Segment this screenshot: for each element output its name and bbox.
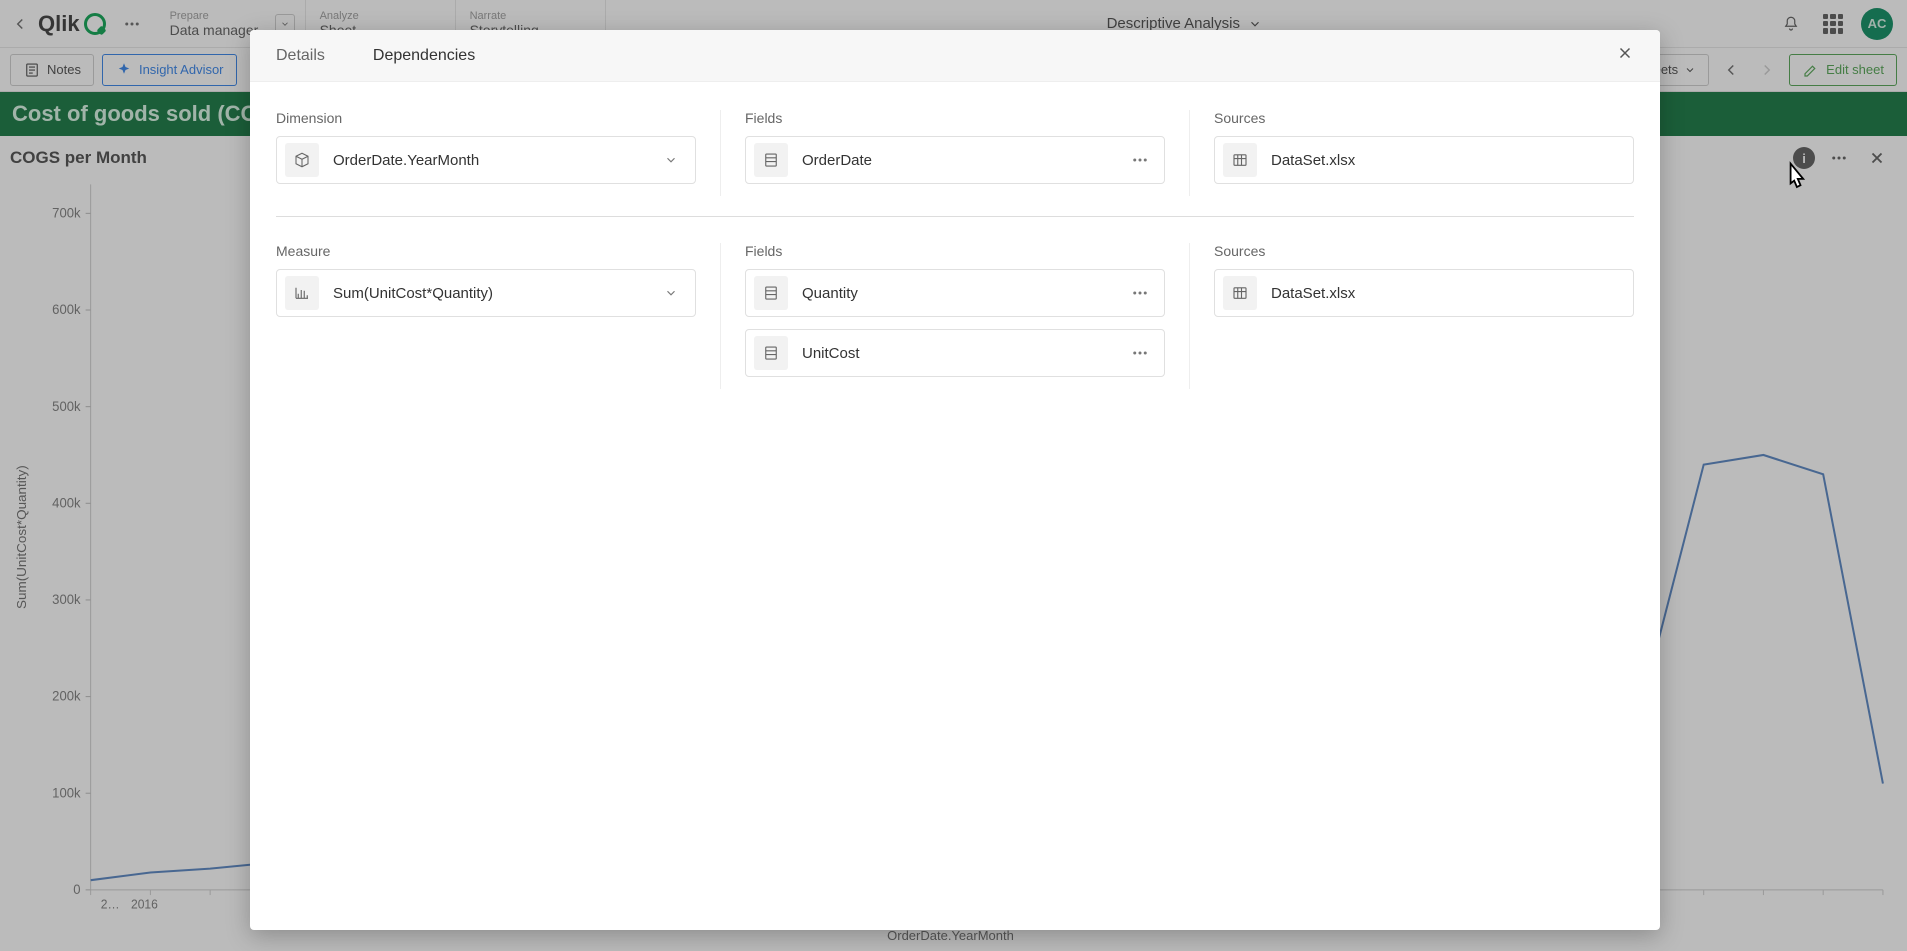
label-dimension: Dimension — [276, 110, 696, 126]
datasource-icon — [1223, 276, 1257, 310]
tab-details[interactable]: Details — [276, 30, 349, 81]
field-text: Quantity — [802, 285, 1116, 302]
source-card-1[interactable]: DataSet.xlsx — [1214, 136, 1634, 184]
source-text: DataSet.xlsx — [1271, 285, 1619, 302]
datasource-icon — [1223, 143, 1257, 177]
divider — [276, 216, 1634, 217]
field-text: UnitCost — [802, 345, 1116, 362]
close-icon — [1616, 44, 1634, 62]
more-icon[interactable] — [1130, 151, 1150, 169]
modal-tabs: Details Dependencies — [250, 30, 1660, 82]
measure-icon — [285, 276, 319, 310]
source-text: DataSet.xlsx — [1271, 152, 1619, 169]
field-icon — [754, 143, 788, 177]
field-text: OrderDate — [802, 152, 1116, 169]
more-icon[interactable] — [1130, 284, 1150, 302]
modal-close-button[interactable] — [1616, 44, 1634, 67]
more-icon[interactable] — [1130, 344, 1150, 362]
measure-card[interactable]: Sum(UnitCost*Quantity) — [276, 269, 696, 317]
field-card-unitcost[interactable]: UnitCost — [745, 329, 1165, 377]
source-card-2[interactable]: DataSet.xlsx — [1214, 269, 1634, 317]
dependencies-modal: Details Dependencies Dimension OrderDate… — [250, 30, 1660, 930]
label-fields: Fields — [745, 110, 1165, 126]
dimension-text: OrderDate.YearMonth — [333, 152, 647, 169]
dimension-card[interactable]: OrderDate.YearMonth — [276, 136, 696, 184]
field-icon — [754, 276, 788, 310]
label-sources: Sources — [1214, 243, 1634, 259]
tab-dependencies[interactable]: Dependencies — [349, 30, 499, 81]
modal-body: Dimension OrderDate.YearMonth Fields Ord… — [250, 82, 1660, 417]
field-card-quantity[interactable]: Quantity — [745, 269, 1165, 317]
label-sources: Sources — [1214, 110, 1634, 126]
field-icon — [754, 336, 788, 370]
label-fields: Fields — [745, 243, 1165, 259]
measure-text: Sum(UnitCost*Quantity) — [333, 285, 647, 302]
cube-icon — [285, 143, 319, 177]
chevron-down-icon[interactable] — [661, 153, 681, 167]
label-measure: Measure — [276, 243, 696, 259]
chevron-down-icon[interactable] — [661, 286, 681, 300]
field-card-orderdate[interactable]: OrderDate — [745, 136, 1165, 184]
